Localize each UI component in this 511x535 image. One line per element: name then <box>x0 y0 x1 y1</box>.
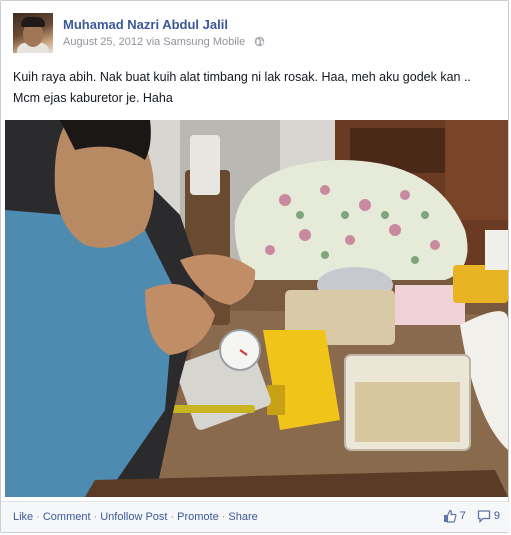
likes-count[interactable]: 7 <box>443 509 466 523</box>
like-link[interactable]: Like <box>13 511 33 523</box>
post-text: Kuih raya abih. Nak buat kuih alat timba… <box>13 70 471 105</box>
separator: · <box>221 511 226 523</box>
post-meta: August 25, 2012 via Samsung Mobile <box>63 36 265 50</box>
post-date[interactable]: August 25, 2012 <box>63 36 143 48</box>
post-counts: 7 9 <box>435 509 500 526</box>
comment-bubble-icon <box>477 510 491 523</box>
share-link[interactable]: Share <box>228 511 257 523</box>
comments-count-value: 9 <box>493 510 500 522</box>
thumbs-up-icon <box>443 509 457 523</box>
globe-icon[interactable] <box>254 36 265 50</box>
post-photo[interactable] <box>5 120 508 497</box>
post-source: via Samsung Mobile <box>146 36 246 48</box>
comment-link[interactable]: Comment <box>43 511 91 523</box>
avatar[interactable] <box>13 13 53 53</box>
likes-count-value: 7 <box>459 510 466 522</box>
comments-count[interactable]: 9 <box>477 509 500 523</box>
separator: · <box>93 511 98 523</box>
unfollow-post-link[interactable]: Unfollow Post <box>100 511 167 523</box>
post-footer: Like · Comment · Unfollow Post · Promote · Share… <box>1 501 510 532</box>
separator: · <box>170 511 175 523</box>
separator: · <box>36 511 40 523</box>
author-name[interactable]: Muhamad Nazri Abdul Jalil <box>63 17 228 32</box>
promote-link[interactable]: Promote <box>177 511 219 523</box>
post-actions: Like · Comment · Unfollow Post · Promote · Share <box>13 511 258 523</box>
feed-post: Muhamad Nazri Abdul Jalil August 25, 201… <box>0 0 510 533</box>
